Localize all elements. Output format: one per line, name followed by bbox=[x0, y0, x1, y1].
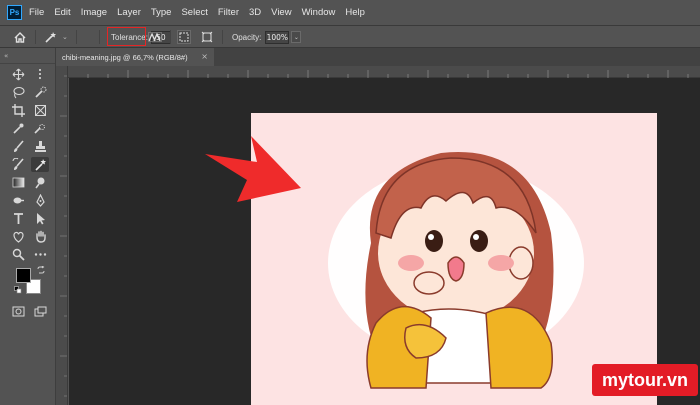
horizontal-ruler bbox=[68, 66, 700, 78]
anti-alias-icon[interactable] bbox=[148, 26, 162, 48]
quick-selection-tool-icon[interactable] bbox=[31, 85, 49, 100]
collapse-icon[interactable]: « bbox=[4, 52, 8, 60]
menu-edit[interactable]: Edit bbox=[54, 7, 70, 18]
mytour-watermark: mytour.vn bbox=[592, 364, 698, 396]
vertical-ruler-ticks bbox=[60, 75, 67, 397]
sample-all-layers-icon[interactable] bbox=[201, 26, 213, 48]
document-canvas[interactable] bbox=[251, 113, 657, 405]
preset-chevron-down-icon[interactable]: ⌄ bbox=[62, 26, 68, 48]
custom-shape-tool-icon[interactable] bbox=[9, 229, 27, 244]
gradient-tool-icon[interactable] bbox=[9, 175, 27, 190]
hand-tool-icon[interactable] bbox=[31, 229, 49, 244]
vertical-ruler bbox=[56, 66, 68, 405]
menu-type[interactable]: Type bbox=[151, 7, 172, 18]
tools-panel: « bbox=[0, 48, 56, 405]
contiguous-icon[interactable] bbox=[177, 30, 191, 44]
menu-window[interactable]: Window bbox=[302, 7, 336, 18]
default-colors-icon[interactable] bbox=[14, 286, 22, 297]
dodge-tool-icon[interactable] bbox=[31, 175, 49, 190]
close-icon[interactable]: × bbox=[201, 52, 208, 61]
blur-tool-icon[interactable] bbox=[9, 193, 27, 208]
menu-image[interactable]: Image bbox=[81, 7, 107, 18]
red-arrow-icon bbox=[205, 136, 301, 202]
zoom-tool-icon[interactable] bbox=[9, 247, 27, 262]
menu-select[interactable]: Select bbox=[181, 7, 207, 18]
opacity-chevron-down-icon[interactable]: ⌄ bbox=[291, 31, 302, 43]
opacity-group: Opacity: 100% ⌄ bbox=[232, 26, 302, 48]
eyedropper-tool-icon[interactable] bbox=[9, 121, 27, 136]
menu-bar: Ps File Edit Image Layer Type Select Fil… bbox=[0, 0, 700, 26]
menu-filter[interactable]: Filter bbox=[218, 7, 239, 18]
history-brush-tool-icon[interactable] bbox=[9, 157, 27, 172]
watermark-text: mytour.vn bbox=[601, 369, 689, 390]
tools-panel-header: « bbox=[0, 48, 55, 64]
crop-tool-icon[interactable] bbox=[9, 103, 27, 118]
path-selection-tool-icon[interactable] bbox=[31, 211, 49, 226]
options-bar: ⌄ Tolerance: 50 Opacity: 100% ⌄ bbox=[0, 26, 700, 48]
pen-tool-icon[interactable] bbox=[31, 193, 49, 208]
horizontal-ruler-ticks bbox=[87, 70, 689, 78]
home-icon[interactable] bbox=[14, 26, 26, 48]
menu-view[interactable]: View bbox=[271, 7, 291, 18]
document-tab-bar: chibi-meaning.jpg @ 66,7% (RGB/8#) × bbox=[56, 48, 700, 66]
frame-tool-icon[interactable] bbox=[31, 103, 49, 118]
more-tools-icon[interactable] bbox=[31, 247, 49, 262]
chibi-girl-illustration bbox=[328, 152, 584, 389]
lasso-tool-icon[interactable] bbox=[9, 85, 27, 100]
opacity-input[interactable]: 100% bbox=[265, 30, 290, 44]
photoshop-logo[interactable]: Ps bbox=[7, 5, 22, 20]
select-subject-group bbox=[177, 26, 191, 48]
menu-help[interactable]: Help bbox=[345, 7, 365, 18]
tolerance-highlight-box bbox=[107, 27, 146, 46]
spot-healing-tool-icon[interactable] bbox=[31, 121, 49, 136]
document-tab-title: chibi-meaning.jpg @ 66,7% (RGB/8#) bbox=[62, 52, 188, 62]
clone-stamp-tool-icon[interactable] bbox=[31, 139, 49, 154]
menu-layer[interactable]: Layer bbox=[117, 7, 141, 18]
quick-mask-icon[interactable] bbox=[9, 304, 27, 319]
magic-wand-preset-icon[interactable] bbox=[44, 26, 58, 48]
type-tool-icon[interactable] bbox=[9, 211, 27, 226]
document-tab[interactable]: chibi-meaning.jpg @ 66,7% (RGB/8#) × bbox=[56, 48, 214, 66]
screen-mode-icon[interactable] bbox=[31, 304, 49, 319]
artboard-tool-icon[interactable] bbox=[31, 67, 49, 82]
move-tool-icon[interactable] bbox=[9, 67, 27, 82]
magic-wand-tool-icon[interactable] bbox=[31, 157, 49, 172]
opacity-label: Opacity: bbox=[232, 32, 262, 42]
menu-file[interactable]: File bbox=[29, 7, 44, 18]
brush-tool-icon[interactable] bbox=[9, 139, 27, 154]
foreground-color-swatch[interactable] bbox=[16, 268, 31, 283]
swap-colors-icon[interactable] bbox=[37, 265, 45, 277]
menu-3d[interactable]: 3D bbox=[249, 7, 261, 18]
